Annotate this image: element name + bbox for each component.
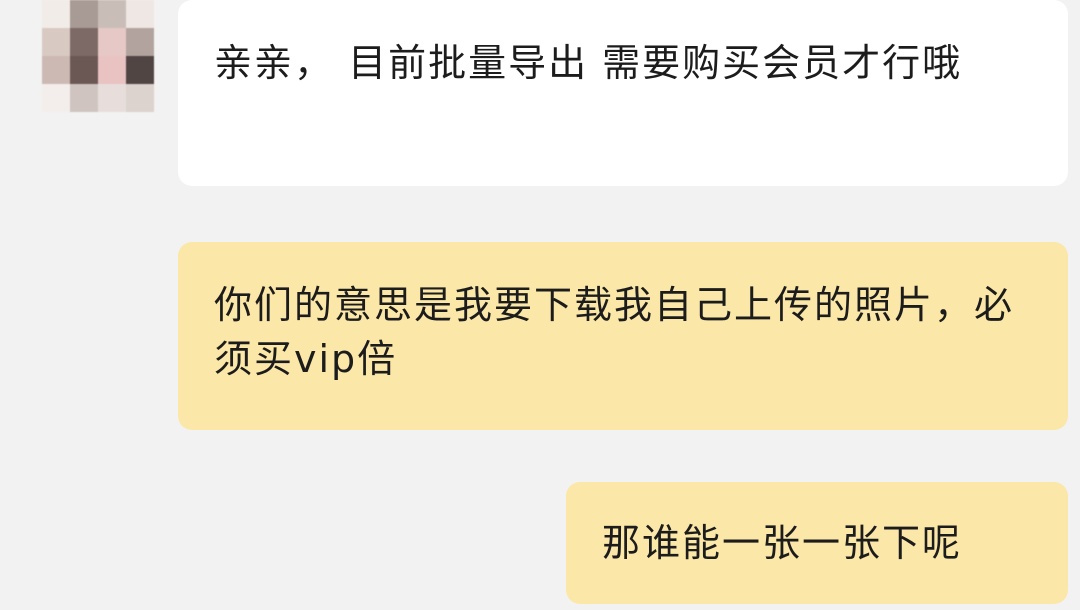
chat-conversation: 亲亲， 目前批量导出 需要购买会员才行哦 你们的意思是我要下载我自己上传的照片，… — [0, 0, 1080, 610]
message-bubble-outgoing[interactable]: 那谁能一张一张下呢 — [566, 482, 1068, 604]
message-bubble-outgoing[interactable]: 你们的意思是我要下载我自己上传的照片，必须买vip倍 — [178, 242, 1068, 430]
contact-avatar[interactable] — [42, 0, 154, 112]
message-bubble-incoming[interactable]: 亲亲， 目前批量导出 需要购买会员才行哦 — [178, 0, 1068, 186]
